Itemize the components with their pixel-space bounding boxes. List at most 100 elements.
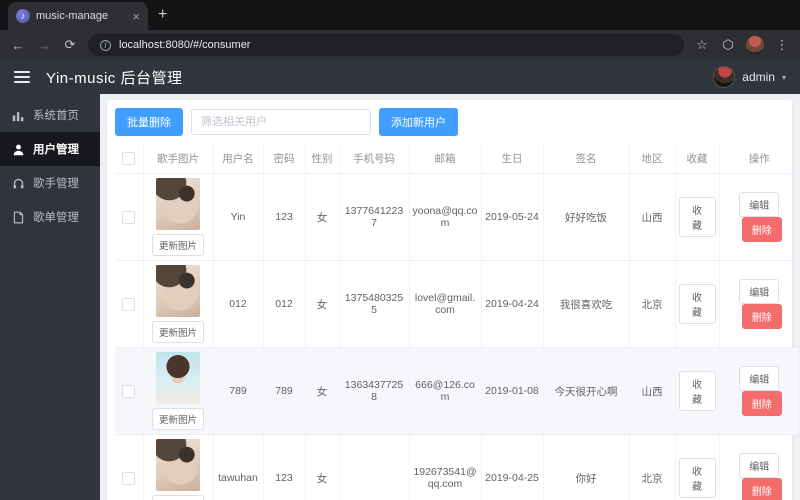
cell-username: tawuhan [213,434,264,500]
cell-username: 789 [213,347,264,435]
url-bar[interactable]: i localhost:8080/#/consumer [88,34,684,56]
row-checkbox[interactable] [122,384,136,398]
favorite-button[interactable]: 收藏 [678,197,716,237]
cell-gender: 女 [305,173,340,261]
cell-signature: 今天很开心啊 [543,347,630,435]
browser-profile-avatar[interactable] [746,36,764,54]
sidebar-item-users[interactable]: 用户管理 [0,132,100,166]
user-photo [156,178,200,230]
cell-email: 192673541@qq.com [409,434,482,500]
table-row: 更新图片 tawuhan 123 女 192673541@qq.com 2019… [115,434,799,500]
extensions-icon[interactable]: ⬡ [720,37,736,53]
delete-button[interactable]: 删除 [741,391,782,416]
sidebar-item-home[interactable]: 系统首页 [0,98,100,132]
cell-gender: 女 [305,347,340,435]
col-header-email: 邮箱 [409,144,482,174]
tab-favicon-icon: ♪ [16,9,30,23]
cell-phone: 13634377258 [339,347,410,435]
col-header-phone: 手机号码 [339,144,410,174]
batch-delete-button[interactable]: 批量删除 [115,108,183,136]
browser-menu-icon[interactable]: ⋮ [774,37,790,53]
update-image-button[interactable]: 更新图片 [151,234,204,256]
browser-tab-strip: ♪ music-manage × + [0,0,800,30]
cell-region: 北京 [629,434,676,500]
headset-icon [13,178,24,188]
cell-phone: 13754803255 [339,260,410,348]
favorite-button[interactable]: 收藏 [678,284,716,324]
main-content: 批量删除 添加新用户 歌手图片 用户名 密码 性别 [100,94,800,500]
user-photo [156,265,200,317]
add-user-button[interactable]: 添加新用户 [379,108,458,136]
cell-region: 山西 [629,347,676,435]
cell-phone: 13776412237 [339,173,410,261]
users-table: 歌手图片 用户名 密码 性别 手机号码 邮箱 生日 签名 地区 收藏 操作 更新… [115,144,799,500]
back-icon[interactable]: ← [10,38,26,53]
sidebar-item-label: 歌手管理 [33,178,79,190]
admin-username: admin [742,70,775,84]
delete-button[interactable]: 删除 [741,304,782,329]
cell-birthday: 2019-01-08 [481,347,544,435]
browser-tab[interactable]: ♪ music-manage × [8,2,148,30]
delete-button[interactable]: 删除 [741,478,782,500]
edit-button[interactable]: 编辑 [739,366,780,391]
cell-password: 123 [263,434,306,500]
col-header-gender: 性别 [305,144,340,174]
hamburger-menu-icon[interactable] [14,71,30,83]
cell-email: yoona@qq.com [409,173,482,261]
cell-birthday: 2019-05-24 [481,173,544,261]
edit-button[interactable]: 编辑 [739,279,780,304]
cell-username: Yin [213,173,264,261]
url-text: localhost:8080/#/consumer [119,39,251,51]
forward-icon[interactable]: → [36,38,52,53]
toolbar: 批量删除 添加新用户 [115,108,784,136]
cell-email: lovel@gmail.com [409,260,482,348]
row-checkbox[interactable] [122,297,136,311]
update-image-button[interactable]: 更新图片 [151,321,204,343]
cell-password: 012 [263,260,306,348]
col-header-username: 用户名 [213,144,264,174]
col-header-image: 歌手图片 [143,144,214,174]
sidebar-item-label: 用户管理 [33,144,79,156]
favorite-button[interactable]: 收藏 [678,371,716,411]
user-photo [156,352,200,404]
delete-button[interactable]: 删除 [741,217,782,242]
edit-button[interactable]: 编辑 [739,453,780,478]
user-photo [156,439,200,491]
sidebar-item-singers[interactable]: 歌手管理 [0,166,100,200]
edit-button[interactable]: 编辑 [739,192,780,217]
site-info-icon[interactable]: i [100,39,111,51]
table-header-row: 歌手图片 用户名 密码 性别 手机号码 邮箱 生日 签名 地区 收藏 操作 [115,144,799,174]
bookmark-star-icon[interactable]: ☆ [694,37,710,53]
user-management-card: 批量删除 添加新用户 歌手图片 用户名 密码 性别 [107,100,799,500]
update-image-button[interactable]: 更新图片 [151,495,204,500]
sidebar-item-label: 歌单管理 [33,212,79,224]
cell-email: 666@126.com [409,347,482,435]
cell-password: 123 [263,173,306,261]
table-row: 更新图片 Yin 123 女 13776412237 yoona@qq.com … [115,173,799,261]
select-all-checkbox[interactable] [122,152,136,165]
sidebar-item-label: 系统首页 [33,110,79,122]
admin-avatar [713,66,736,88]
search-input[interactable] [191,109,371,135]
cell-region: 北京 [629,260,676,348]
user-menu[interactable]: admin ▾ [713,66,786,88]
col-header-favorite: 收藏 [675,144,720,174]
favorite-button[interactable]: 收藏 [678,458,716,498]
sidebar: 系统首页 用户管理 歌手管理 歌单管理 [0,94,100,500]
cell-phone [339,434,410,500]
cell-password: 789 [263,347,306,435]
bar-chart-icon [12,111,24,121]
sidebar-item-playlists[interactable]: 歌单管理 [0,200,100,234]
new-tab-button[interactable]: + [158,6,167,24]
cell-region: 山西 [629,173,676,261]
tab-close-icon[interactable]: × [132,10,140,23]
chevron-down-icon: ▾ [781,72,786,82]
row-checkbox[interactable] [122,210,136,224]
tab-title: music-manage [36,10,109,22]
user-icon [13,144,24,155]
reload-icon[interactable]: ⟳ [62,37,78,53]
update-image-button[interactable]: 更新图片 [151,408,204,430]
row-checkbox[interactable] [122,471,136,485]
cell-birthday: 2019-04-25 [481,434,544,500]
app-header: Yin-music 后台管理 admin ▾ [0,60,800,94]
